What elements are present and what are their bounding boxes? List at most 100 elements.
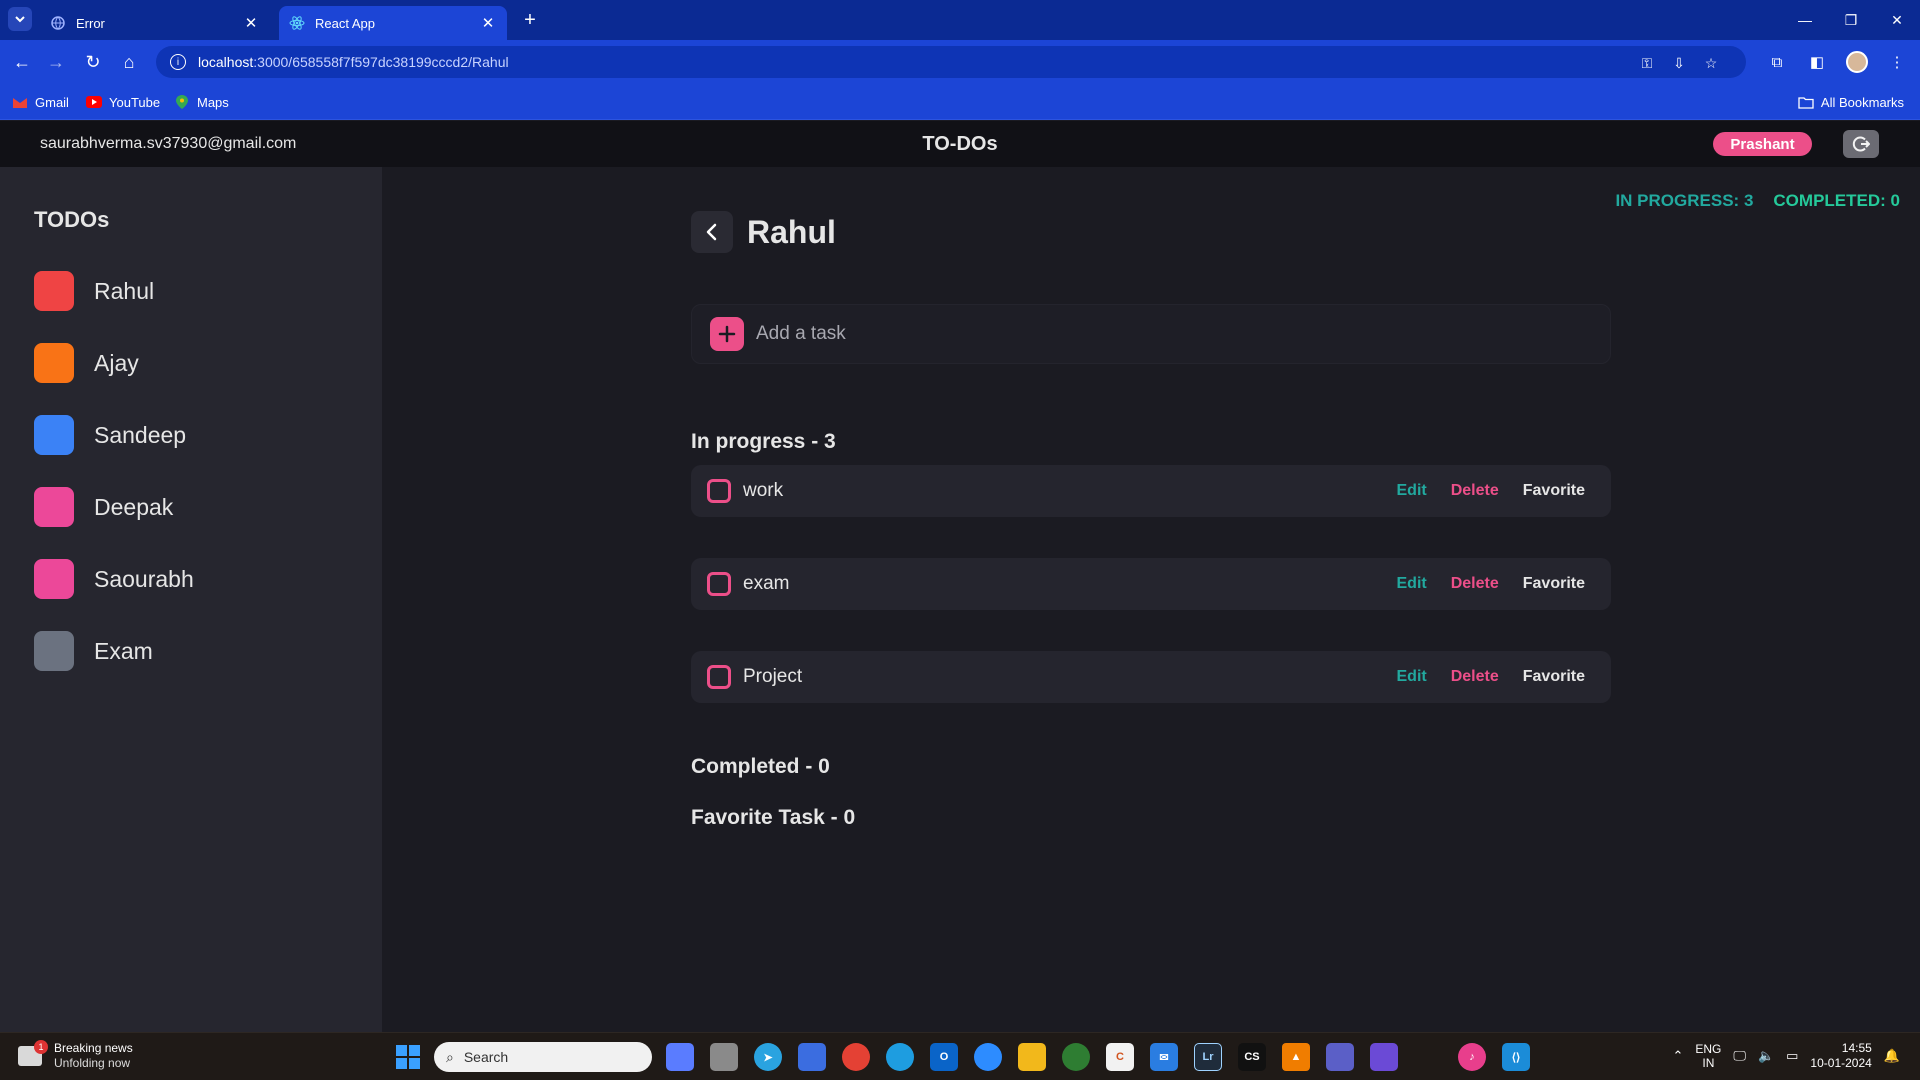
star-icon[interactable]: ☆ xyxy=(1700,53,1722,73)
edit-button[interactable]: Edit xyxy=(1397,668,1427,686)
tab-search-button[interactable] xyxy=(8,7,32,31)
windows-start-icon[interactable] xyxy=(396,1045,420,1069)
battery-icon[interactable]: ▭ xyxy=(1786,1048,1798,1064)
sidebar-item-exam[interactable]: Exam xyxy=(34,631,194,671)
back-arrow-icon[interactable]: ← xyxy=(9,49,35,75)
notification-bell-icon[interactable]: 🔔 xyxy=(1884,1048,1900,1064)
sidebar-item-label: Exam xyxy=(94,637,153,664)
forward-arrow-icon[interactable]: → xyxy=(43,49,69,75)
back-button[interactable] xyxy=(691,211,733,253)
extensions-icon[interactable]: ⧉ xyxy=(1764,49,1790,75)
logout-button[interactable] xyxy=(1843,130,1879,158)
key-icon[interactable]: ⚿ xyxy=(1636,53,1658,73)
minimize-icon[interactable]: — xyxy=(1782,0,1828,40)
volume-icon[interactable]: 🔈 xyxy=(1758,1048,1774,1064)
cs-icon[interactable]: CS xyxy=(1238,1043,1266,1071)
site-info-icon[interactable]: i xyxy=(170,54,186,70)
news-widget[interactable]: 1 Breaking news Unfolding now xyxy=(18,1040,133,1071)
sidebar-item-deepak[interactable]: Deepak xyxy=(34,487,194,527)
task-checkbox[interactable] xyxy=(707,479,731,503)
sidebar-item-rahul[interactable]: Rahul xyxy=(34,271,194,311)
vscode-icon[interactable]: ⟨⟩ xyxy=(1502,1043,1530,1071)
home-icon[interactable]: ⌂ xyxy=(116,49,142,75)
window-close-icon[interactable]: ✕ xyxy=(1874,0,1920,40)
app-icon[interactable]: C xyxy=(1106,1043,1134,1071)
color-swatch xyxy=(34,559,74,599)
sidebar-item-label: Sandeep xyxy=(94,421,187,448)
telegram-icon[interactable]: ➤ xyxy=(754,1043,782,1071)
reload-icon[interactable]: ↻ xyxy=(80,49,106,75)
task-stats: IN PROGRESS: 3 COMPLETED: 0 xyxy=(1615,191,1900,211)
app-icon[interactable] xyxy=(1370,1043,1398,1071)
sidebar-item-sandeep[interactable]: Sandeep xyxy=(34,415,194,455)
bookmark-maps[interactable]: Maps xyxy=(174,92,229,112)
app-title: TO-DOs xyxy=(922,133,998,155)
side-panel-icon[interactable]: ◧ xyxy=(1804,49,1830,75)
taskbar-search[interactable]: ⌕ Search xyxy=(434,1042,652,1072)
network-icon[interactable]: 🖵 xyxy=(1733,1048,1746,1064)
menu-kebab-icon[interactable]: ⋮ xyxy=(1884,49,1910,75)
new-tab-plus-icon[interactable]: + xyxy=(518,8,542,32)
file-explorer-icon[interactable] xyxy=(1018,1043,1046,1071)
chevron-down-icon xyxy=(15,16,25,23)
delete-button[interactable]: Delete xyxy=(1451,668,1499,686)
lightroom-icon[interactable]: Lr xyxy=(1194,1043,1222,1071)
task-checkbox[interactable] xyxy=(707,665,731,689)
list-header: Rahul xyxy=(691,211,836,253)
task-view-icon[interactable] xyxy=(710,1043,738,1071)
url-path: :3000/658558f7f597dc38199cccd2/Rahul xyxy=(253,54,509,70)
bookmark-label: Gmail xyxy=(35,94,69,110)
close-icon[interactable]: ✕ xyxy=(242,14,260,32)
url-host: localhost xyxy=(198,54,254,70)
clock[interactable]: 14:55 10-01-2024 xyxy=(1810,1041,1871,1071)
news-subtitle: Unfolding now xyxy=(54,1056,131,1070)
favorite-button[interactable]: Favorite xyxy=(1523,482,1585,500)
favorite-button[interactable]: Favorite xyxy=(1523,668,1585,686)
bookmark-gmail[interactable]: Gmail xyxy=(12,92,69,112)
all-bookmarks[interactable]: All Bookmarks xyxy=(1798,92,1904,112)
favorite-header: Favorite Task - 0 xyxy=(691,806,856,829)
plus-icon[interactable] xyxy=(710,317,744,351)
chrome-icon[interactable] xyxy=(842,1043,870,1071)
profile-avatar[interactable] xyxy=(1844,49,1870,75)
close-icon[interactable]: ✕ xyxy=(479,14,497,32)
task-label: exam xyxy=(743,573,790,594)
outlook-icon[interactable]: O xyxy=(930,1043,958,1071)
app-icon[interactable] xyxy=(1062,1043,1090,1071)
bookmark-label: YouTube xyxy=(109,94,161,110)
music-icon[interactable]: ♪ xyxy=(1458,1043,1486,1071)
chevron-left-icon xyxy=(706,223,717,241)
task-label: work xyxy=(743,480,784,501)
edge-icon[interactable] xyxy=(886,1043,914,1071)
bookmark-youtube[interactable]: YouTube xyxy=(86,92,160,112)
edit-button[interactable]: Edit xyxy=(1397,482,1427,500)
user-name-badge[interactable]: Prashant xyxy=(1713,132,1812,156)
chevron-up-icon[interactable]: ⌃ xyxy=(1672,1048,1683,1064)
delete-button[interactable]: Delete xyxy=(1451,575,1499,593)
mail-icon[interactable]: ✉ xyxy=(1150,1043,1178,1071)
teams-icon[interactable] xyxy=(1326,1043,1354,1071)
tab-error[interactable]: Error ✕ xyxy=(40,6,270,40)
copilot-icon[interactable] xyxy=(666,1043,694,1071)
language-indicator[interactable]: ENG IN xyxy=(1695,1042,1721,1070)
sidebar-item-ajay[interactable]: Ajay xyxy=(34,343,194,383)
browser-toolbar: ← → ↻ ⌂ i localhost:3000/658558f7f597dc3… xyxy=(0,40,1920,84)
tab-react-app[interactable]: React App ✕ xyxy=(279,6,507,40)
edit-button[interactable]: Edit xyxy=(1397,575,1427,593)
address-bar[interactable]: i localhost:3000/658558f7f597dc38199cccd… xyxy=(156,46,1746,78)
restore-icon[interactable]: ❐ xyxy=(1828,0,1874,40)
tab-title: React App xyxy=(315,15,375,31)
task-checkbox[interactable] xyxy=(707,572,731,596)
sidebar-item-label: Deepak xyxy=(94,493,174,520)
sidebar-item-saourabh[interactable]: Saourabh xyxy=(34,559,194,599)
zoom-icon[interactable] xyxy=(974,1043,1002,1071)
vlc-icon[interactable]: ▲ xyxy=(1282,1043,1310,1071)
favorite-button[interactable]: Favorite xyxy=(1523,575,1585,593)
delete-button[interactable]: Delete xyxy=(1451,482,1499,500)
news-badge: 1 xyxy=(34,1040,48,1054)
react-icon xyxy=(289,15,305,31)
add-task-input[interactable]: Add a task xyxy=(691,304,1611,364)
store-icon[interactable] xyxy=(798,1043,826,1071)
install-app-icon[interactable]: ⇩ xyxy=(1668,53,1690,73)
